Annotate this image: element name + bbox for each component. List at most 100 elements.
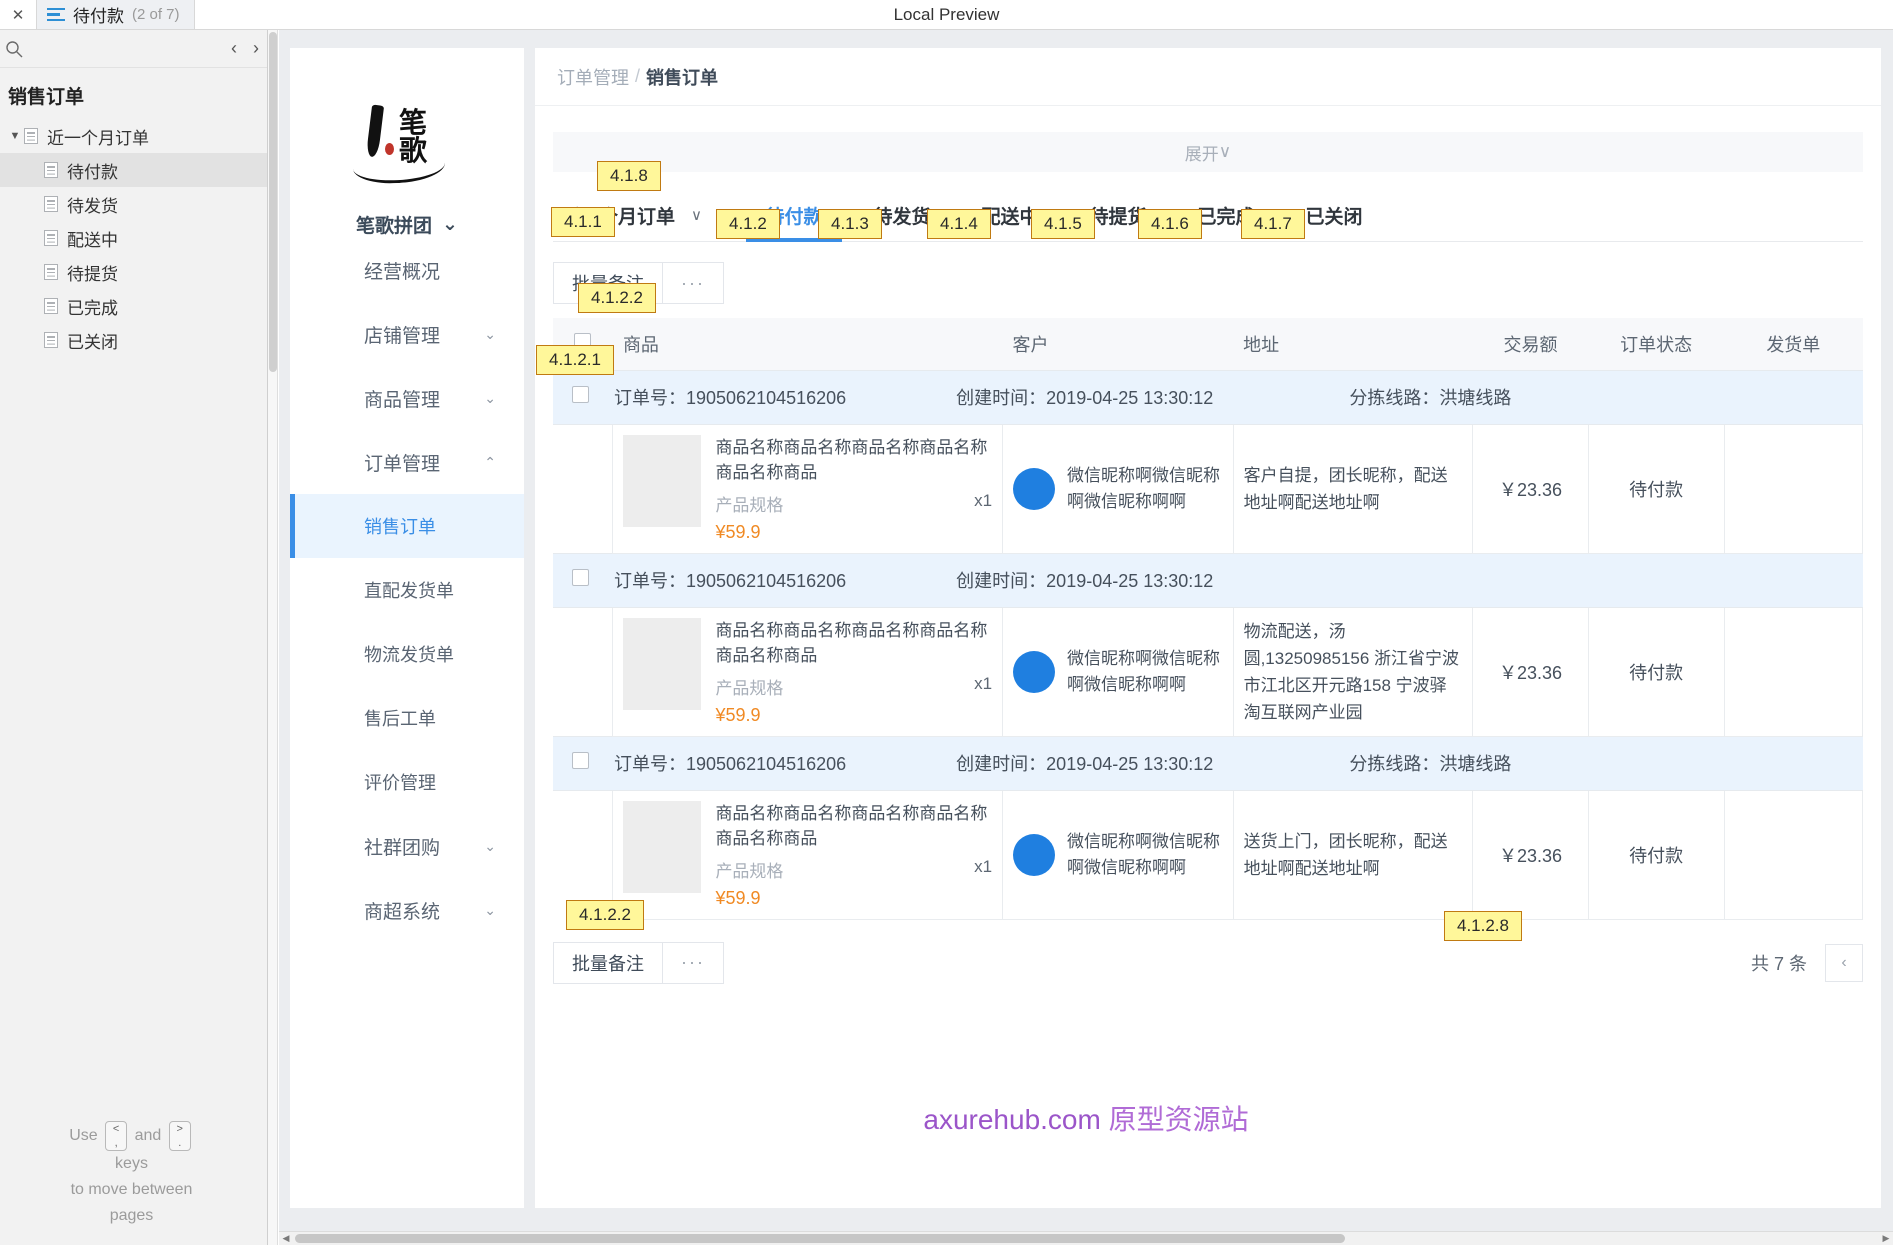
- avatar: [1013, 833, 1056, 876]
- product-price: ¥59.9: [715, 887, 761, 908]
- sitemap-item-yiguanbi[interactable]: 已关闭: [0, 323, 267, 357]
- filter-expand-bar[interactable]: 展开 ∨: [553, 132, 1863, 172]
- key-next-bottom: .: [178, 1137, 182, 1149]
- chevron-down-icon[interactable]: ▼: [6, 130, 24, 142]
- canvas-hscrollbar[interactable]: ◀ ▶: [279, 1231, 1893, 1245]
- sidebar-subitem-review[interactable]: 评价管理: [290, 750, 524, 814]
- toolbar-bottom: 批量备注 ··· 共 7 条 ‹: [553, 941, 1863, 984]
- sidebar-subitem-sales-order[interactable]: 销售订单: [290, 494, 524, 558]
- sitemap-item-yiwancheng[interactable]: 已完成: [0, 289, 267, 323]
- sidebar-item-product[interactable]: 商品管理 ⌄: [290, 366, 524, 430]
- row-shipment-cell: [1723, 789, 1864, 920]
- sitemap-item-daitihuo[interactable]: 待提货: [0, 255, 267, 289]
- breadcrumb: 订单管理 / 销售订单: [535, 48, 1881, 106]
- hscroll-left-arrow[interactable]: ◀: [279, 1232, 293, 1245]
- annotation-note: 4.1.7: [1241, 209, 1305, 239]
- sitemap-item-label: 配送中: [67, 230, 118, 250]
- sitemap-toolbar: ‹ ›: [0, 30, 267, 68]
- route-label: 分拣线路：: [1349, 388, 1440, 408]
- row-status-cell: 待付款: [1587, 789, 1725, 920]
- product-qty: x1: [974, 856, 993, 876]
- create-time-label: 创建时间：: [956, 571, 1047, 591]
- hscroll-right-arrow[interactable]: ▶: [1879, 1232, 1893, 1245]
- table-row: 商品名称商品名称商品名称商品名称商品名称商品 产品规格 x1 ¥59.9 微信昵…: [553, 606, 1864, 737]
- row-amount-cell: ￥23.36: [1472, 606, 1589, 737]
- hscroll-thumb[interactable]: [295, 1234, 1345, 1243]
- orders-table: 商品 客户 地址 交易额 订单状态 发货单 订单号：19050621045162…: [553, 318, 1864, 920]
- chevron-down-icon[interactable]: ⌄: [484, 838, 496, 855]
- chevron-down-icon[interactable]: ∨: [1219, 142, 1231, 162]
- chevron-down-icon[interactable]: ⌄: [484, 326, 496, 343]
- sitemap-item-daifahuo[interactable]: 待发货: [0, 187, 267, 221]
- row-status-cell: 待付款: [1587, 423, 1725, 554]
- sitemap-scrollbar[interactable]: [268, 30, 278, 1245]
- pagination: 共 7 条 ‹: [1751, 943, 1863, 982]
- preview-tab[interactable]: 待付款 (2 of 7): [36, 0, 195, 29]
- create-time-value: 2019-04-25 13:30:12: [1046, 571, 1214, 591]
- tab-label: 待发货: [873, 206, 931, 228]
- key-prev-top: <: [112, 1123, 120, 1135]
- batch-remark-button[interactable]: 批量备注: [553, 941, 663, 984]
- row-checkbox[interactable]: [571, 386, 589, 403]
- row-checkbox[interactable]: [571, 569, 589, 586]
- more-actions-button[interactable]: ···: [663, 262, 724, 304]
- pagination-prev-button[interactable]: ‹: [1825, 943, 1863, 982]
- product-price: ¥59.9: [715, 704, 761, 725]
- sitemap-item-peisongzhong[interactable]: 配送中: [0, 221, 267, 255]
- sidebar-subitem-logistics-shipment[interactable]: 物流发货单: [290, 622, 524, 686]
- chevron-down-icon[interactable]: ∨: [691, 206, 702, 224]
- breadcrumb-parent[interactable]: 订单管理: [557, 64, 629, 90]
- page-icon: [44, 162, 58, 178]
- more-actions-button[interactable]: ···: [663, 941, 724, 984]
- prev-page-button[interactable]: ‹: [231, 37, 237, 59]
- sidebar-item-overview[interactable]: 经营概况: [290, 238, 524, 302]
- sitemap-item-daifukuan[interactable]: 待付款: [0, 153, 267, 187]
- sidebar-subitem-direct-shipment[interactable]: 直配发货单: [290, 558, 524, 622]
- order-group-header-cell: 订单号：1905062104516206 创建时间：2019-04-25 13:…: [553, 552, 1863, 608]
- brand-switcher[interactable]: 笔歌拼团 ⌄: [290, 211, 524, 238]
- toolbar-top: 批量备注 ···: [553, 262, 1863, 304]
- sitemap-node-root[interactable]: ▼ 近一个月订单: [0, 119, 267, 153]
- sidebar-item-shop[interactable]: 店铺管理 ⌄: [290, 302, 524, 366]
- sitemap-item-label: 已关闭: [67, 332, 118, 352]
- sidebar-subitem-aftersales[interactable]: 售后工单: [290, 686, 524, 750]
- product-name: 商品名称商品名称商品名称商品名称商品名称商品: [715, 437, 988, 482]
- order-group-header: 订单号：1905062104516206 创建时间：2019-04-25 13:…: [553, 369, 1863, 425]
- sidebar-item-order[interactable]: 订单管理 ⌃: [290, 430, 524, 494]
- chevron-down-icon[interactable]: ⌄: [484, 902, 496, 919]
- page-icon: [44, 332, 58, 348]
- menu-icon[interactable]: [47, 7, 65, 22]
- close-icon[interactable]: ✕: [4, 0, 32, 29]
- orders-table-body: 订单号：1905062104516206 创建时间：2019-04-25 13:…: [553, 369, 1864, 920]
- page-icon: [24, 128, 38, 144]
- page-icon: [44, 264, 58, 280]
- sidebar-item-supermarket[interactable]: 商超系统 ⌄: [290, 878, 524, 942]
- sitemap-scroll-thumb[interactable]: [269, 32, 277, 372]
- sitemap-panel: ‹ › 销售订单 ▼ 近一个月订单 待付款 待发货 配送中 待提货 已完成 已关…: [0, 30, 268, 1245]
- header-amount: 交易额: [1472, 318, 1589, 370]
- row-address-cell: 送货上门，团长昵称，配送地址啊配送地址啊: [1232, 789, 1474, 920]
- sidebar-subitem-label: 直配发货单: [364, 581, 454, 601]
- sidebar-subitem-label: 物流发货单: [364, 645, 454, 665]
- chevron-down-icon[interactable]: ⌄: [484, 390, 496, 407]
- sidebar-item-community-group[interactable]: 社群团购 ⌄: [290, 814, 524, 878]
- hint-move: to move between: [70, 1181, 193, 1198]
- row-checkbox[interactable]: [571, 752, 589, 769]
- watermark-domain: axurehub.com: [923, 1104, 1101, 1135]
- route-value: 洪塘线路: [1439, 388, 1512, 408]
- preview-topbar: ✕ 待付款 (2 of 7) Local Preview: [0, 0, 1893, 30]
- hint-keys: keys: [115, 1155, 148, 1172]
- annotation-note: 4.1.8: [597, 161, 661, 191]
- preview-title: Local Preview: [893, 4, 1000, 24]
- annotation-note: 4.1.5: [1031, 209, 1095, 239]
- app-sidebar: 笔 歌 笔歌拼团 ⌄ 经营概况 店铺管理 ⌄ 商品管理 ⌄ 订单管理 ⌃ 销售订…: [290, 48, 524, 1208]
- row-goods-cell: 商品名称商品名称商品名称商品名称商品名称商品 产品规格 x1 ¥59.9: [612, 789, 1004, 920]
- next-page-button[interactable]: ›: [253, 37, 259, 59]
- row-select-cell: [553, 424, 613, 553]
- search-icon[interactable]: [4, 39, 24, 59]
- chevron-down-icon[interactable]: ⌄: [442, 213, 458, 236]
- page-icon: [44, 230, 58, 246]
- chevron-up-icon[interactable]: ⌃: [484, 454, 496, 471]
- watermark: axurehub.com 原型资源站: [923, 1098, 1248, 1138]
- order-group-header: 订单号：1905062104516206 创建时间：2019-04-25 13:…: [553, 735, 1863, 791]
